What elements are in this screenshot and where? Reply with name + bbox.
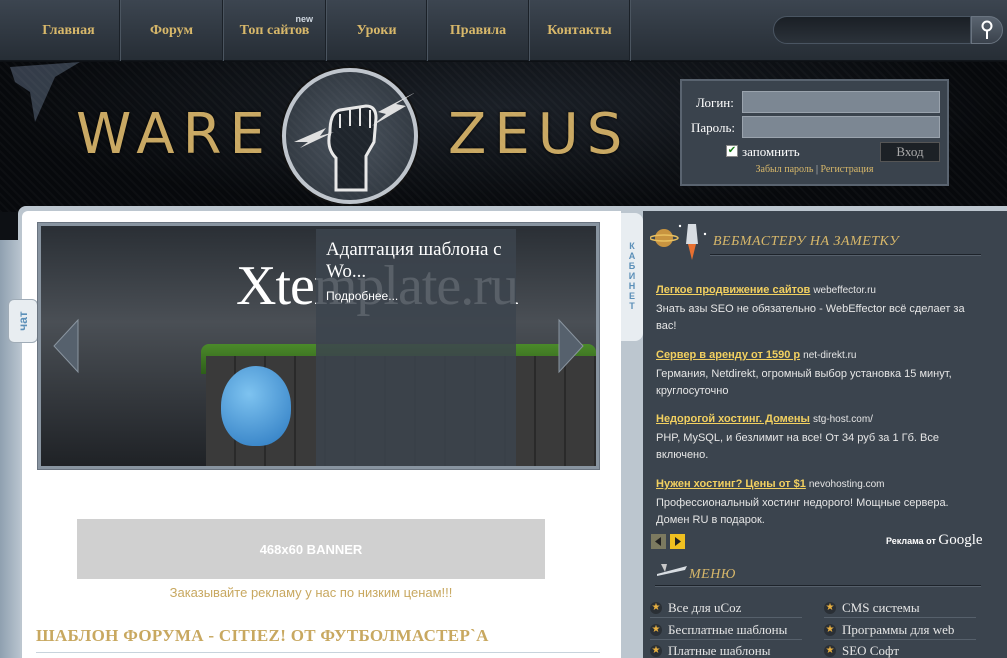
search-icon <box>981 20 993 39</box>
ad-description: Германия, Netdirekt, огромный выбор уста… <box>656 368 952 397</box>
slide-image[interactable]: Xtemplate.ru Адаптация шаблона с Wo... П… <box>41 226 596 466</box>
slide-caption: Адаптация шаблона с Wo... Подробнее... <box>316 229 516 466</box>
nav-label: Контакты <box>547 22 612 38</box>
menu-item-label: SEO Софт <box>842 643 900 658</box>
menu-divider <box>650 617 802 618</box>
slider-prev-arrow-icon[interactable] <box>52 318 80 374</box>
ads-prev-icon[interactable] <box>651 534 666 549</box>
nav-item-rules[interactable]: Правила <box>428 0 529 61</box>
ads-by-label: Реклама от <box>886 536 936 546</box>
nav-label: Форум <box>150 22 193 38</box>
ad-title-link[interactable]: Сервер в аренду от 1590 р <box>656 349 800 361</box>
menu-ornament-icon <box>657 564 687 576</box>
ad-title-link[interactable]: Недорогой хостинг. Домены <box>656 413 810 425</box>
menu-item-label: Бесплатные шаблоны <box>668 622 788 637</box>
nav-item-home[interactable]: Главная <box>18 0 120 61</box>
webmaster-heading: ВЕБМАСТЕРУ НА ЗАМЕТКУ <box>713 234 900 249</box>
nav-label: Главная <box>42 22 95 38</box>
ad-domain: webeffector.ru <box>813 285 876 296</box>
post-divider <box>36 652 600 653</box>
menu-item[interactable]: ★ Все для uCoz <box>650 600 741 616</box>
nav-label: Топ сайтов <box>239 22 310 38</box>
slider-next-arrow-icon[interactable] <box>557 318 585 374</box>
ad-item: Недорогой хостинг. Домены stg-host.com/ P… <box>656 409 976 464</box>
ad-item: Легкое продвижение сайтов webeffector.ru … <box>656 280 976 335</box>
ads-next-icon[interactable] <box>670 534 685 549</box>
nav-item-top-sites[interactable]: Топ сайтов new <box>224 0 326 61</box>
menu-item[interactable]: ★ CMS системы <box>824 600 920 616</box>
menu-divider <box>824 639 976 640</box>
ad-title-link[interactable]: Легкое продвижение сайтов <box>656 284 810 296</box>
ad-item: Нужен хостинг? Цены от $1 nevohosting.com… <box>656 474 976 529</box>
fist-lightning-icon <box>294 92 416 192</box>
menu-item[interactable]: ★ SEO Софт <box>824 643 899 658</box>
nav-item-forum[interactable]: Форум <box>121 0 223 61</box>
menu-item[interactable]: ★ Программы для web <box>824 622 954 638</box>
nav-item-lessons[interactable]: Уроки <box>327 0 427 61</box>
nav-label: Правила <box>449 22 507 38</box>
star-icon: ★ <box>650 624 662 636</box>
ad-domain: nevohosting.com <box>808 479 885 490</box>
menu-heading-underline <box>655 585 981 586</box>
forgot-password-link[interactable]: Забыл пароль <box>756 164 814 175</box>
login-form: Логин: Пароль: ✔ запомнить Вход Забыл па… <box>680 79 949 186</box>
login-field[interactable] <box>742 91 940 113</box>
menu-heading: МЕНЮ <box>689 567 736 582</box>
logo-text-right: ZEUS <box>448 102 631 167</box>
ad-description: Знать азы SEO не обязательно - WebEffect… <box>656 303 965 332</box>
register-link[interactable]: Регистрация <box>820 164 873 175</box>
menu-item-label: Программы для web <box>842 622 955 637</box>
ad-title-link[interactable]: Нужен хостинг? Цены от $1 <box>656 478 806 490</box>
logo-text-left: WARE <box>76 102 273 167</box>
remember-checkbox[interactable]: ✔ <box>726 145 738 157</box>
menu-item-label: Все для uCoz <box>668 600 742 615</box>
login-links: Забыл пароль | Регистрация <box>682 164 947 175</box>
top-navigation: Главная Форум Топ сайтов new Уроки Прави… <box>0 0 1007 61</box>
chat-tab[interactable]: чат <box>8 299 38 343</box>
heading-underline <box>710 254 981 255</box>
ad-item: Сервер в аренду от 1590 р net-direkt.ru Г… <box>656 345 976 400</box>
twitter-bird-icon <box>221 366 291 446</box>
chat-tab-label: чат <box>16 311 30 331</box>
nav-label: Уроки <box>356 22 397 38</box>
menu-item[interactable]: ★ Бесплатные шаблоны <box>650 622 787 638</box>
cabinet-tab[interactable]: КАБИНЕТ <box>621 213 643 341</box>
ad-banner[interactable]: 468x60 BANNER <box>77 519 545 579</box>
menu-item-label: CMS системы <box>842 600 920 615</box>
logo-emblem[interactable] <box>282 68 418 204</box>
ad-domain: stg-host.com/ <box>812 414 873 425</box>
post-title[interactable]: ШАБЛОН ФОРУМА - CITIEZ! ОТ ФУТБОЛМАСТЕР`… <box>36 626 489 646</box>
password-label: Пароль: <box>691 120 736 135</box>
menu-item[interactable]: ★ Платные шаблоны <box>650 643 770 658</box>
star-icon: ★ <box>650 602 662 614</box>
login-button[interactable]: Вход <box>880 142 940 162</box>
ad-banner-caption[interactable]: Заказывайте рекламу у нас по низким цена… <box>77 585 545 600</box>
search-button[interactable] <box>971 16 1003 44</box>
nav-item-contacts[interactable]: Контакты <box>530 0 630 61</box>
google-logo: Google <box>938 532 983 548</box>
ads-by-google[interactable]: Реклама от Google <box>886 532 983 549</box>
remember-label: запомнить <box>742 144 800 159</box>
login-label: Логин: <box>696 95 734 110</box>
star-icon: ★ <box>824 602 836 614</box>
menu-divider <box>824 617 976 618</box>
ad-description: Профессиональный хостинг недорого! Мощны… <box>656 497 949 526</box>
menu-divider <box>650 639 802 640</box>
image-slider: Xtemplate.ru Адаптация шаблона с Wo... П… <box>37 222 600 470</box>
star-icon: ★ <box>650 645 662 657</box>
link-separator: | <box>815 164 818 175</box>
menu-item-label: Платные шаблоны <box>668 643 771 658</box>
read-more-link[interactable]: Подробнее... <box>326 289 506 303</box>
password-field[interactable] <box>742 116 940 138</box>
cabinet-tab-label: КАБИНЕТ <box>628 241 636 311</box>
slide-caption-title[interactable]: Адаптация шаблона с Wo... <box>326 239 506 283</box>
star-icon: ★ <box>824 624 836 636</box>
ad-description: PHP, MySQL, и безлимит на все! От 34 руб… <box>656 432 939 461</box>
new-badge: new <box>295 14 313 24</box>
search-input[interactable] <box>773 16 971 44</box>
ad-domain: net-direkt.ru <box>803 350 857 361</box>
star-icon: ★ <box>824 645 836 657</box>
rocket-planet-icon <box>650 224 707 260</box>
